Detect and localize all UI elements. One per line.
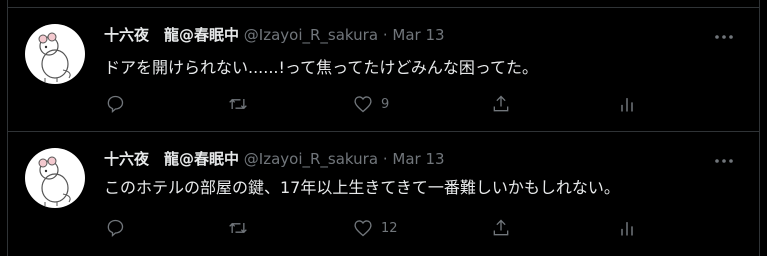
more-icon (715, 35, 733, 39)
more-icon (715, 159, 733, 163)
tweet-header: 十六夜 龍@春眠中 @Izayoi_R_sakura · Mar 13 (104, 25, 445, 45)
tweet-text: このホテルの部屋の鍵、17年以上生きてきて一番難しいかもしれない。 (104, 178, 620, 197)
analytics-button[interactable] (617, 216, 637, 240)
tweet[interactable]: 十六夜 龍@春眠中 @Izayoi_R_sakura · Mar 13 このホテ… (7, 132, 760, 256)
retweet-button[interactable] (227, 92, 249, 116)
reply-icon (107, 219, 124, 237)
tweet-actions: 12 (97, 216, 657, 240)
analytics-icon (621, 222, 633, 236)
retweet-icon (229, 98, 247, 110)
share-icon (493, 219, 509, 236)
heart-icon (354, 96, 372, 113)
analytics-icon (621, 98, 633, 112)
display-name[interactable]: 十六夜 龍@春眠中 (104, 26, 239, 44)
more-button[interactable] (712, 27, 736, 47)
analytics-button[interactable] (617, 92, 637, 116)
like-button[interactable]: 9 (353, 92, 389, 116)
tweet-date[interactable]: Mar 13 (392, 150, 444, 168)
heart-icon (354, 220, 372, 237)
tweet-actions: 9 (97, 92, 657, 116)
share-button[interactable] (491, 216, 511, 240)
tweet-header: 十六夜 龍@春眠中 @Izayoi_R_sakura · Mar 13 (104, 149, 445, 169)
retweet-icon (229, 222, 247, 234)
separator-dot: · (382, 26, 388, 44)
reply-button[interactable] (105, 92, 125, 116)
tweet[interactable]: 十六夜 龍@春眠中 @Izayoi_R_sakura · Mar 13 ドアを開… (7, 8, 760, 132)
avatar[interactable] (25, 148, 85, 208)
like-button[interactable]: 12 (353, 216, 398, 240)
tweet-date[interactable]: Mar 13 (392, 26, 444, 44)
more-button[interactable] (712, 151, 736, 171)
separator-dot: · (382, 150, 388, 168)
tweet-text: ドアを開けられない......!って焦ってたけどみんな困ってた。 (104, 58, 539, 77)
reply-icon (107, 95, 124, 113)
like-count: 12 (381, 220, 398, 236)
user-handle[interactable]: @Izayoi_R_sakura (244, 26, 378, 44)
share-button[interactable] (491, 92, 511, 116)
retweet-button[interactable] (227, 216, 249, 240)
share-icon (493, 95, 509, 112)
reply-button[interactable] (105, 216, 125, 240)
user-handle[interactable]: @Izayoi_R_sakura (244, 150, 378, 168)
avatar[interactable] (25, 24, 85, 84)
display-name[interactable]: 十六夜 龍@春眠中 (104, 150, 239, 168)
like-count: 9 (381, 96, 390, 112)
